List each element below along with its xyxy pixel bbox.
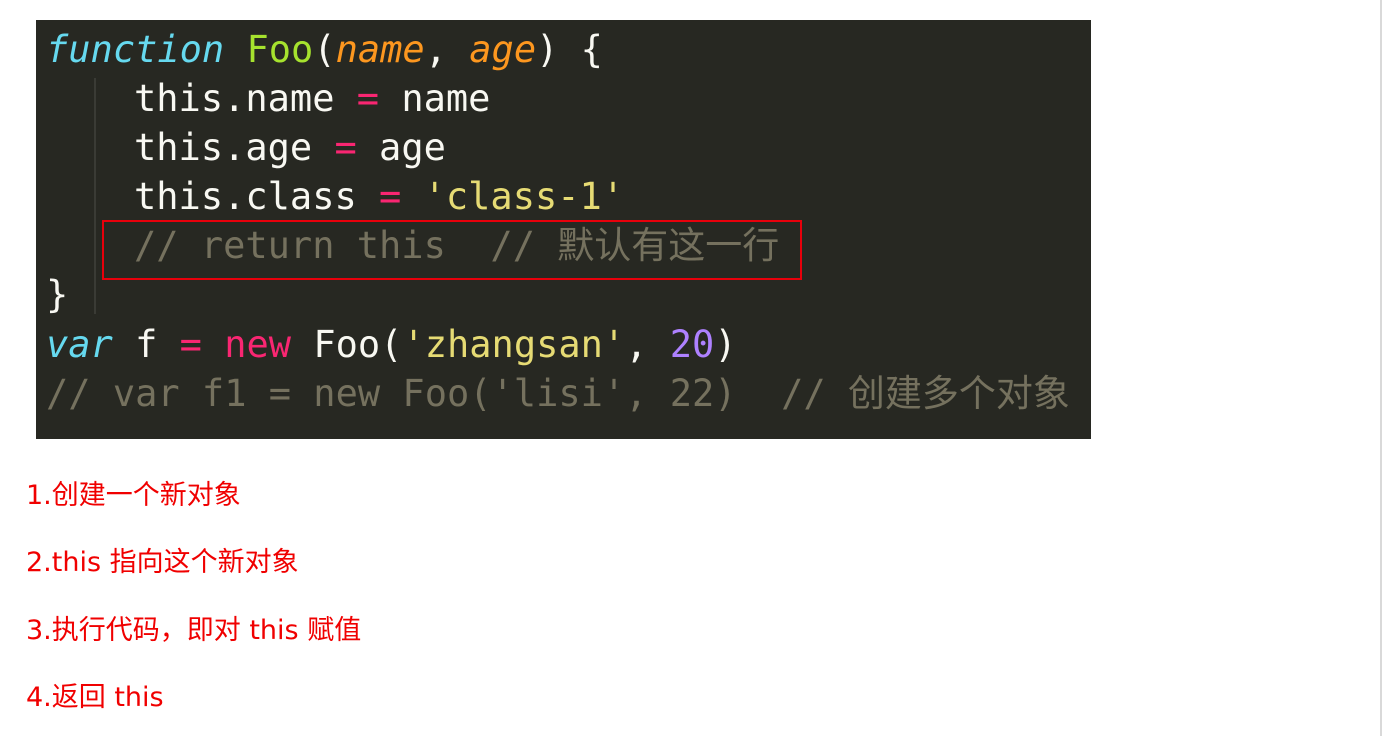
- assign-operator: =: [179, 323, 202, 366]
- code-line-4: this.class = 'class-1': [46, 172, 624, 222]
- code-line-8: // var f1 = new Foo('lisi', 22) // 创建多个对…: [46, 369, 1070, 419]
- param-name: name: [335, 28, 425, 71]
- param-separator: ,: [424, 28, 470, 71]
- step-2: 2.this 指向这个新对象: [26, 547, 299, 578]
- highlight-box: [102, 220, 802, 280]
- code-line-6: }: [46, 270, 68, 320]
- code-line-1: function Foo(name, age) {: [46, 25, 603, 75]
- assign-lhs: this.age: [134, 126, 335, 169]
- step-3: 3.执行代码，即对 this 赋值: [26, 615, 362, 646]
- paren-close: ): [714, 323, 737, 366]
- closing-brace: }: [46, 273, 69, 316]
- code-line-2: this.name = name: [46, 74, 490, 124]
- keyword-function: function: [46, 28, 225, 71]
- assign-lhs: this.class: [134, 175, 380, 218]
- code-line-7: var f = new Foo('zhangsan', 20): [46, 320, 737, 370]
- code-line-3: this.age = age: [46, 123, 446, 173]
- assign-operator: =: [379, 175, 402, 218]
- number-literal: 20: [669, 323, 715, 366]
- code-screenshot: function Foo(name, age) { this.name = na…: [36, 20, 1091, 439]
- assign-lhs: this.name: [134, 77, 357, 120]
- constructor-call: Foo(: [291, 323, 403, 366]
- arg-separator: ,: [625, 323, 670, 366]
- function-name: Foo: [246, 28, 314, 71]
- assign-operator: =: [356, 77, 380, 120]
- keyword-new: new: [224, 323, 292, 366]
- string-literal: 'class-1': [423, 175, 625, 218]
- string-literal: 'zhangsan': [402, 323, 626, 366]
- assign-operator: =: [334, 126, 357, 169]
- param-age: age: [469, 28, 537, 71]
- comment-multiple-objects: // var f1 = new Foo('lisi', 22) // 创建多个对…: [46, 372, 1070, 415]
- keyword-var: var: [46, 323, 113, 366]
- assign-rhs: name: [379, 77, 491, 120]
- variable-f: f: [112, 323, 180, 366]
- paren-close-brace: ) {: [536, 28, 603, 71]
- assign-rhs: age: [356, 126, 446, 169]
- paren-open: (: [313, 28, 336, 71]
- step-4: 4.返回 this: [26, 682, 164, 713]
- scrollbar-divider: [1380, 0, 1382, 736]
- step-1: 1.创建一个新对象: [26, 480, 241, 511]
